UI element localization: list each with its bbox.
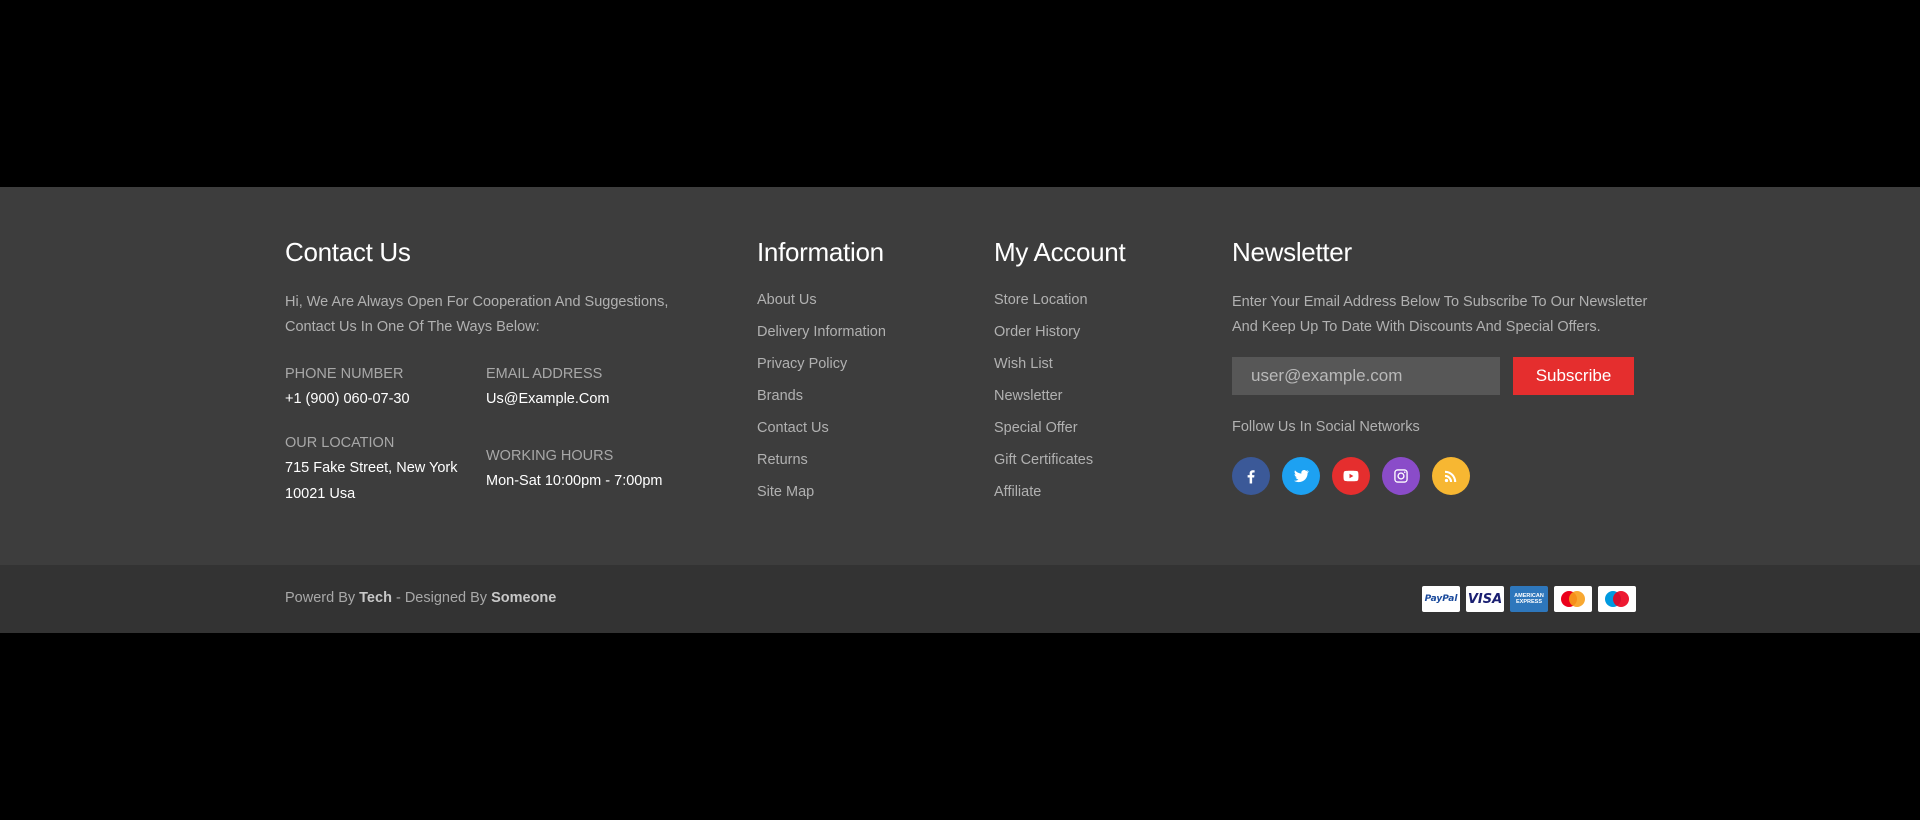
contact-us-link[interactable]: Contact Us [757, 420, 829, 436]
newsletter-link[interactable]: Newsletter [994, 388, 1063, 404]
list-item: Newsletter [994, 386, 1093, 418]
store-location-link[interactable]: Store Location [994, 292, 1088, 308]
list-item: Brands [757, 386, 886, 418]
location-value: 715 Fake Street, New York 10021 Usa [285, 455, 458, 507]
newsletter-description: Enter Your Email Address Below To Subscr… [1232, 290, 1647, 340]
phone-label: PHONE NUMBER [285, 366, 404, 382]
list-item: Privacy Policy [757, 354, 886, 386]
payment-methods: PayPal VISA AMERICAN EXPRESS [1422, 586, 1636, 612]
list-item: Gift Certificates [994, 450, 1093, 482]
list-item: About Us [757, 290, 886, 322]
twitter-icon[interactable] [1282, 457, 1320, 495]
footer-bottom-bar: Powerd By Tech - Designed By Someone Pay… [0, 565, 1920, 633]
hours-label: WORKING HOURS [486, 448, 614, 464]
location-line-2: 10021 Usa [285, 486, 356, 502]
location-label: OUR LOCATION [285, 435, 395, 451]
hours-value: Mon-Sat 10:00pm - 7:00pm [486, 473, 663, 489]
list-item: Contact Us [757, 418, 886, 450]
rss-icon[interactable] [1432, 457, 1470, 495]
mastercard-icon [1554, 586, 1592, 612]
maestro-icon [1598, 586, 1636, 612]
list-item: Special Offer [994, 418, 1093, 450]
returns-link[interactable]: Returns [757, 452, 808, 468]
email-value-link[interactable]: Us@Example.Com [486, 386, 610, 412]
list-item: Affiliate [994, 482, 1093, 514]
designer-link[interactable]: Someone [491, 590, 556, 606]
youtube-icon[interactable] [1332, 457, 1370, 495]
phone-value-link[interactable]: +1 (900) 060-07-30 [285, 386, 410, 412]
order-history-link[interactable]: Order History [994, 324, 1080, 340]
contact-heading: Contact Us [285, 237, 411, 267]
special-offer-link[interactable]: Special Offer [994, 420, 1078, 436]
copyright-text: Powerd By Tech - Designed By Someone [285, 590, 556, 606]
list-item: Delivery Information [757, 322, 886, 354]
paypal-icon: PayPal [1422, 586, 1460, 612]
designed-by-prefix: - Designed By [395, 590, 488, 606]
list-item: Site Map [757, 482, 886, 514]
contact-intro-line-1: Hi, We Are Always Open For Cooperation A… [285, 294, 669, 310]
email-label: EMAIL ADDRESS [486, 366, 603, 382]
newsletter-description-line-2: And Keep Up To Date With Discounts And S… [1232, 319, 1601, 335]
follow-us-text: Follow Us In Social Networks [1232, 419, 1420, 435]
affiliate-link[interactable]: Affiliate [994, 484, 1041, 500]
gift-certificates-link[interactable]: Gift Certificates [994, 452, 1093, 468]
wish-list-link[interactable]: Wish List [994, 356, 1053, 372]
visa-text: VISA [1467, 591, 1503, 607]
privacy-policy-link[interactable]: Privacy Policy [757, 356, 847, 372]
social-links [1232, 457, 1470, 495]
amex-text: AMERICAN EXPRESS [1514, 593, 1544, 605]
list-item: Order History [994, 322, 1093, 354]
contact-intro: Hi, We Are Always Open For Cooperation A… [285, 290, 668, 340]
newsletter-heading: Newsletter [1232, 237, 1352, 267]
amex-text-line-2: EXPRESS [1516, 599, 1542, 605]
account-heading: My Account [994, 237, 1126, 267]
facebook-icon[interactable] [1232, 457, 1270, 495]
powered-by-prefix: Powerd By [285, 590, 356, 606]
site-footer: Contact Us Hi, We Are Always Open For Co… [0, 187, 1920, 565]
list-item: Store Location [994, 290, 1093, 322]
newsletter-description-line-1: Enter Your Email Address Below To Subscr… [1232, 294, 1648, 310]
powered-by-brand-link[interactable]: Tech [359, 590, 392, 606]
american-express-icon: AMERICAN EXPRESS [1510, 586, 1548, 612]
newsletter-email-input[interactable] [1232, 357, 1500, 395]
brands-link[interactable]: Brands [757, 388, 803, 404]
paypal-text: PayPal [1424, 594, 1458, 604]
delivery-information-link[interactable]: Delivery Information [757, 324, 886, 340]
about-us-link[interactable]: About Us [757, 292, 817, 308]
visa-icon: VISA [1466, 586, 1504, 612]
list-item: Wish List [994, 354, 1093, 386]
location-line-1: 715 Fake Street, New York [285, 460, 458, 476]
account-links: Store Location Order History Wish List N… [994, 290, 1093, 514]
subscribe-button[interactable]: Subscribe [1513, 357, 1634, 395]
list-item: Returns [757, 450, 886, 482]
contact-intro-line-2: Contact Us In One Of The Ways Below: [285, 319, 540, 335]
instagram-icon[interactable] [1382, 457, 1420, 495]
site-map-link[interactable]: Site Map [757, 484, 814, 500]
information-heading: Information [757, 237, 884, 267]
information-links: About Us Delivery Information Privacy Po… [757, 290, 886, 514]
